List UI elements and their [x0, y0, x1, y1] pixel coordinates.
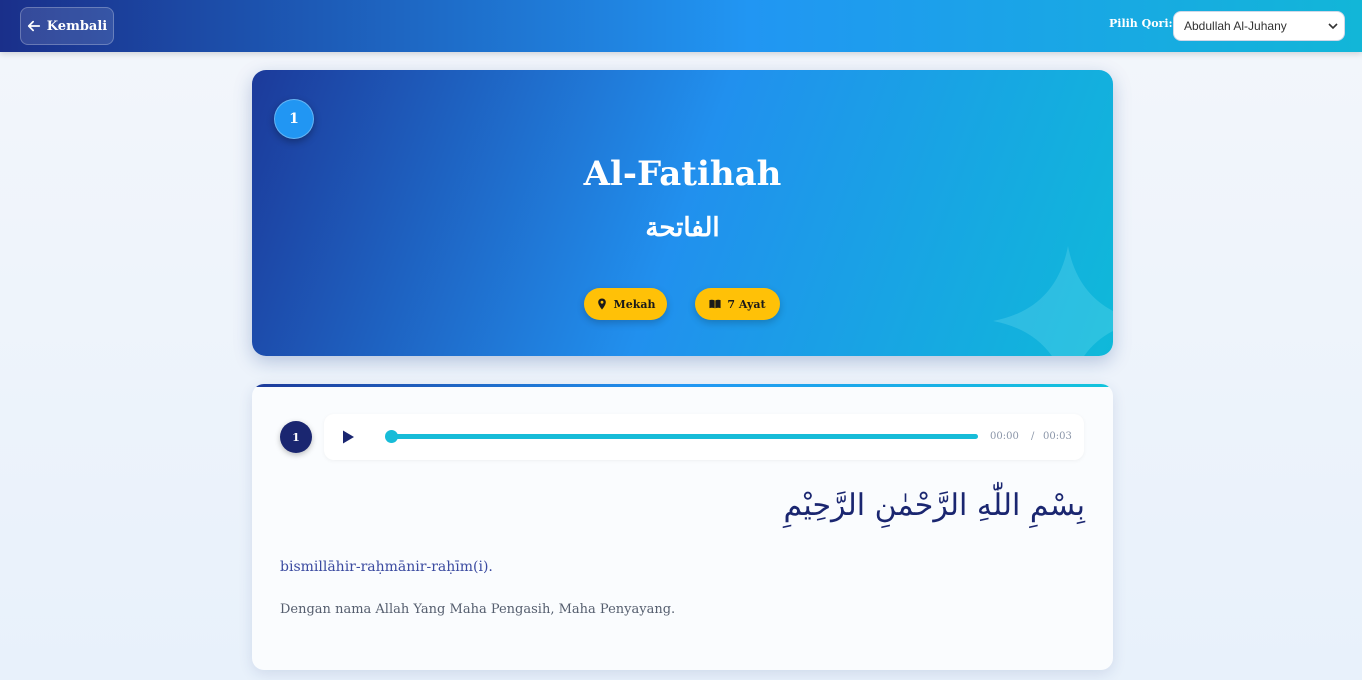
qori-selected-value: Abdullah Al-Juhany: [1184, 19, 1287, 33]
surah-number-badge: 1: [274, 99, 314, 139]
audio-time-separator: /: [1031, 431, 1035, 442]
audio-progress-track[interactable]: [385, 430, 978, 443]
back-button[interactable]: Kembali: [20, 7, 114, 45]
surah-arabic-name: الفاتحة: [645, 213, 720, 243]
map-marker-icon: [597, 298, 606, 310]
ayat-arabic-text: بِسْمِ اللّٰهِ الرَّحْمٰنِ الرَّحِيْمِ: [783, 488, 1085, 523]
ayat-latin-text: bismillāhir-raḥmānir-raḥīm(i).: [280, 559, 493, 575]
ayat-count-badge: 7 Ayat: [695, 288, 780, 320]
ayat-count-label: 7 Ayat: [727, 297, 766, 311]
arrow-left-icon: [27, 20, 40, 32]
audio-duration: 00:03: [1043, 431, 1072, 442]
audio-player: 00:00 / 00:03: [324, 414, 1084, 460]
ayat-translation: Dengan nama Allah Yang Maha Pengasih, Ma…: [280, 602, 676, 617]
top-bar: Kembali Pilih Qori: Abdullah Al-Juhany: [0, 0, 1362, 52]
qori-label: Pilih Qori:: [1109, 17, 1173, 30]
qori-select[interactable]: Abdullah Al-Juhany: [1173, 11, 1345, 41]
book-open-icon: [709, 299, 721, 309]
surah-header-card: 1 Al-Fatihah الفاتحة Mekah 7 Ayat: [252, 70, 1113, 356]
place-badge: Mekah: [584, 288, 667, 320]
back-button-label: Kembali: [46, 18, 108, 34]
ayat-number-badge: 1: [280, 421, 312, 453]
star-decoration-icon: [993, 246, 1113, 356]
surah-name: Al-Fatihah: [583, 154, 782, 194]
ayat-card: 1 00:00 / 00:03 بِسْمِ اللّٰهِ الرَّحْمٰ…: [252, 384, 1113, 670]
audio-progress-fill: [390, 434, 978, 439]
chevron-down-icon: [1328, 23, 1338, 30]
audio-current-time: 00:00: [990, 431, 1019, 442]
audio-progress-knob[interactable]: [385, 430, 398, 443]
play-icon[interactable]: [340, 429, 356, 445]
place-label: Mekah: [613, 297, 656, 311]
